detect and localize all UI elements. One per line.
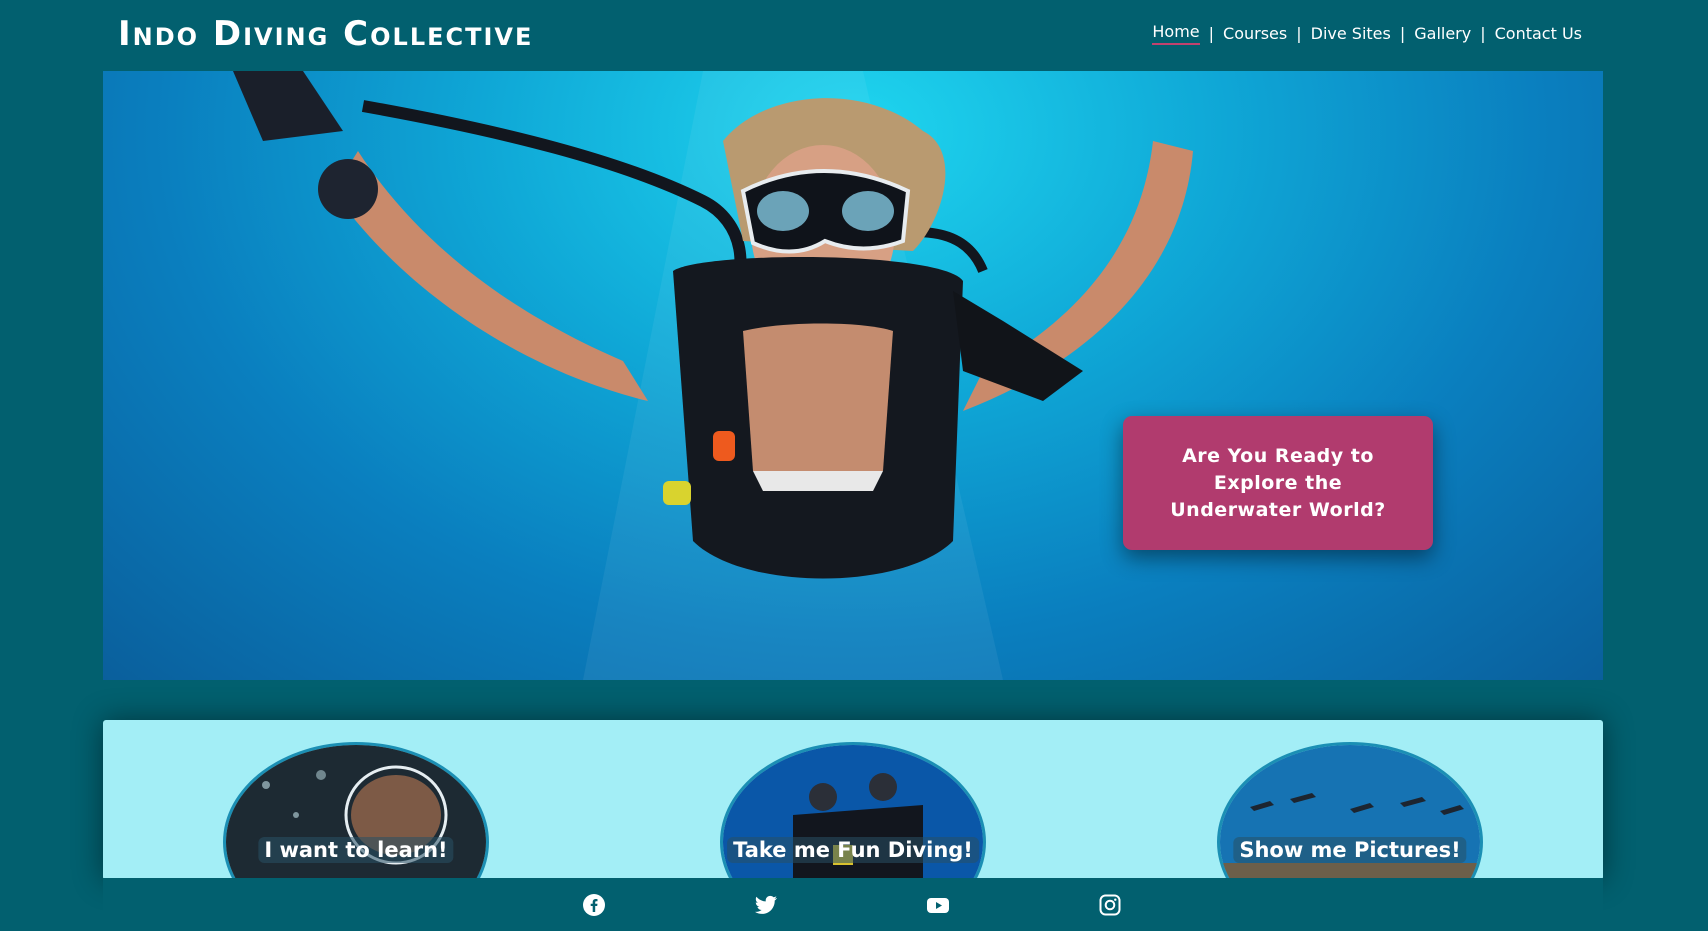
cards-panel: I want to learn! Take me Fun Diving! Sho… xyxy=(103,720,1603,880)
pictures-card-label: Show me Pictures! xyxy=(1233,837,1467,863)
twitter-icon[interactable] xyxy=(754,893,778,917)
site-title[interactable]: Indo Diving Collective xyxy=(118,14,533,54)
facebook-icon[interactable] xyxy=(582,893,606,917)
learn-card-label: I want to learn! xyxy=(258,837,454,863)
nav-separator: | xyxy=(1296,24,1302,43)
fun-diving-card-label: Take me Fun Diving! xyxy=(727,837,979,863)
hero-diver-image xyxy=(233,71,1193,680)
pictures-card[interactable]: Show me Pictures! xyxy=(1217,742,1483,880)
instagram-icon[interactable] xyxy=(1098,893,1122,917)
main-nav: Home | Courses | Dive Sites | Gallery | … xyxy=(1152,22,1582,45)
fun-diving-card[interactable]: Take me Fun Diving! xyxy=(720,742,986,880)
nav-separator: | xyxy=(1208,24,1215,43)
nav-contact-us[interactable]: Contact Us xyxy=(1495,24,1582,43)
cta-box[interactable]: Are You Ready to Explore the Underwater … xyxy=(1123,416,1433,550)
nav-home[interactable]: Home xyxy=(1152,22,1200,45)
youtube-icon[interactable] xyxy=(926,893,950,917)
nav-separator: | xyxy=(1399,24,1406,43)
learn-card[interactable]: I want to learn! xyxy=(223,742,489,880)
nav-gallery[interactable]: Gallery xyxy=(1414,24,1471,43)
nav-courses[interactable]: Courses xyxy=(1223,24,1287,43)
hero-banner: Are You Ready to Explore the Underwater … xyxy=(103,71,1603,680)
nav-separator: | xyxy=(1480,24,1486,43)
nav-dive-sites[interactable]: Dive Sites xyxy=(1311,24,1391,43)
footer xyxy=(103,878,1603,931)
